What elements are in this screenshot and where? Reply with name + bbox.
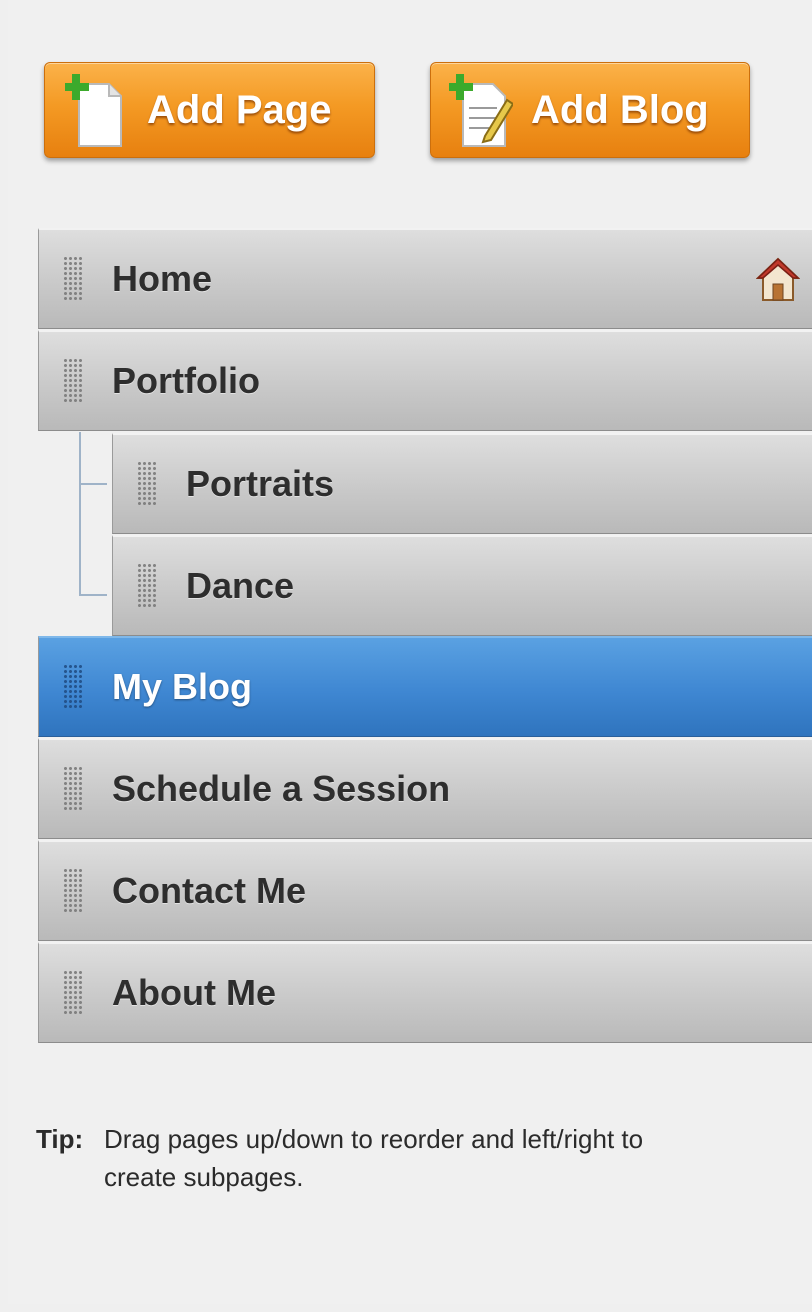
drag-handle-icon[interactable]	[137, 461, 157, 507]
tip-text: Drag pages up/down to reorder and left/r…	[104, 1124, 644, 1192]
drag-handle-icon[interactable]	[63, 256, 83, 302]
add-blog-button[interactable]: Add Blog	[430, 62, 750, 158]
drag-handle-icon[interactable]	[63, 970, 83, 1016]
subpage-connector	[79, 432, 81, 596]
add-page-button[interactable]: Add Page	[44, 62, 375, 158]
page-row-about-me[interactable]: About Me	[38, 942, 812, 1043]
add-blog-icon	[449, 74, 513, 147]
page-row-portfolio[interactable]: Portfolio	[38, 330, 812, 431]
page-row-my-blog[interactable]: My Blog	[38, 636, 812, 737]
page-label: Contact Me	[112, 870, 307, 911]
add-page-label: Add Page	[147, 87, 332, 132]
page-row-portraits[interactable]: Portraits	[112, 433, 812, 534]
page-label: About Me	[112, 972, 276, 1013]
page-row-contact-me[interactable]: Contact Me	[38, 840, 812, 941]
drag-handle-icon[interactable]	[137, 563, 157, 609]
drag-handle-icon[interactable]	[63, 766, 83, 812]
drag-handle-icon[interactable]	[63, 868, 83, 914]
add-page-icon	[65, 74, 122, 147]
page-label: Portraits	[186, 463, 335, 504]
subpage-connector	[79, 483, 107, 485]
page-label: My Blog	[112, 666, 252, 707]
tip-label: Tip:	[36, 1124, 84, 1154]
page-label: Dance	[186, 565, 295, 606]
page-row-schedule-a-session[interactable]: Schedule a Session	[38, 738, 812, 839]
page-row-home[interactable]: Home	[38, 228, 812, 329]
page-label: Home	[112, 258, 213, 299]
drag-handle-icon[interactable]	[63, 358, 83, 404]
page-label: Schedule a Session	[112, 768, 451, 809]
add-blog-label: Add Blog	[531, 87, 709, 132]
drag-handle-icon[interactable]	[63, 664, 83, 710]
page-row-dance[interactable]: Dance	[112, 535, 812, 636]
subpage-connector	[79, 594, 107, 596]
page-label: Portfolio	[112, 360, 260, 401]
home-icon	[756, 257, 800, 301]
